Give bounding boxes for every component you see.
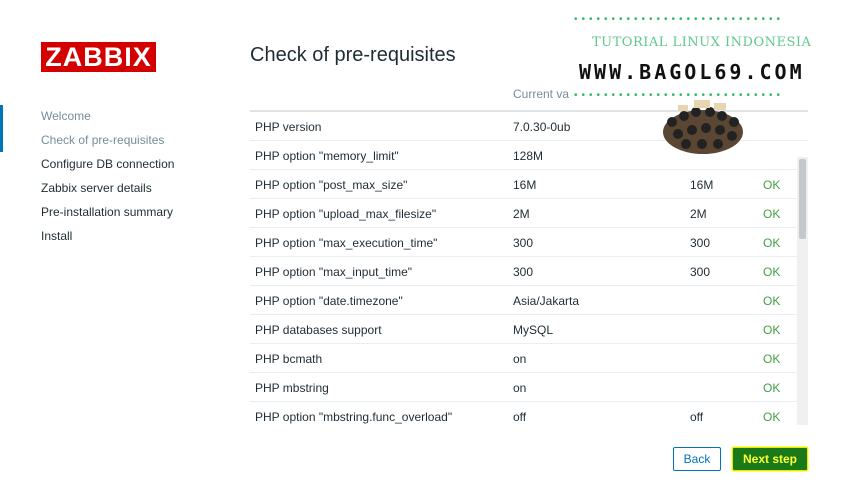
requirement-name: PHP option "date.timezone" — [255, 294, 403, 308]
table-row: PHP bcmath on OK — [250, 344, 808, 373]
status-ok: OK — [763, 236, 781, 250]
requirement-name: PHP databases support — [255, 323, 382, 337]
zabbix-logo: ZABBIX — [41, 42, 156, 72]
step-welcome: Welcome — [41, 109, 91, 123]
table-scrollbar[interactable] — [797, 157, 808, 425]
requirement-name: PHP option "max_input_time" — [255, 265, 413, 279]
step-install: Install — [41, 229, 73, 243]
current-value: off — [513, 410, 527, 424]
current-value: 16M — [513, 178, 537, 192]
current-step-marker — [0, 105, 3, 152]
current-value: 7.0.30-0ub — [513, 120, 571, 134]
table-row: PHP option "post_max_size" 16M 16M OK — [250, 170, 808, 199]
required-value: 16M — [690, 178, 714, 192]
watermark-dots-bottom: •••••••••••••••••••••••••••• — [574, 90, 785, 101]
watermark-dots-top: •••••••••••••••••••••••••••• — [574, 14, 785, 25]
table-row: PHP option "upload_max_filesize" 2M 2M OK — [250, 199, 808, 228]
required-value: 2M — [690, 207, 707, 221]
status-ok: OK — [763, 410, 781, 424]
requirement-name: PHP option "post_max_size" — [255, 178, 408, 192]
requirement-name: PHP option "upload_max_filesize" — [255, 207, 437, 221]
required-value: off — [690, 410, 704, 424]
table-row: PHP mbstring on OK — [250, 373, 808, 402]
header-current-value: Current va — [513, 87, 570, 101]
scrollbar-thumb[interactable] — [799, 159, 806, 239]
back-button[interactable]: Back — [673, 447, 721, 471]
table-row: PHP option "mbstring.func_overload" off of… — [250, 402, 808, 425]
watermark-url: WWW.BAGOL69.COM — [579, 60, 805, 84]
status-ok: OK — [763, 265, 781, 279]
requirement-name: PHP mbstring — [255, 381, 329, 395]
status-ok: OK — [763, 352, 781, 366]
current-value: 300 — [513, 265, 534, 279]
current-value: 300 — [513, 236, 534, 250]
required-value: 300 — [690, 265, 711, 279]
crowd-mascot-icon — [663, 100, 743, 154]
watermark-title: TUTORIAL LINUX INDONESIA — [592, 35, 812, 50]
current-value: on — [513, 352, 527, 366]
requirement-name: PHP version — [255, 120, 322, 134]
step-preinstall-summary: Pre-installation summary — [41, 205, 174, 219]
table-row: PHP option "max_input_time" 300 300 OK — [250, 257, 808, 286]
table-row: PHP databases support MySQL OK — [250, 315, 808, 344]
status-ok: OK — [763, 323, 781, 337]
setup-steps-sidebar: Welcome Check of pre-requisites Configur… — [41, 104, 174, 248]
step-configure-db: Configure DB connection — [41, 157, 175, 171]
status-ok: OK — [763, 178, 781, 192]
table-row: PHP option "date.timezone" Asia/Jakarta OK — [250, 286, 808, 315]
requirement-name: PHP bcmath — [255, 352, 323, 366]
current-value: Asia/Jakarta — [513, 294, 580, 308]
current-value: 128M — [513, 149, 544, 163]
requirement-name: PHP option "max_execution_time" — [255, 236, 438, 250]
status-ok: OK — [763, 381, 781, 395]
table-row: PHP option "max_execution_time" 300 300 OK — [250, 228, 808, 257]
step-check-prerequisites: Check of pre-requisites — [41, 133, 165, 147]
current-value: MySQL — [513, 323, 554, 337]
next-step-button[interactable]: Next step — [732, 447, 808, 471]
status-ok: OK — [763, 207, 781, 221]
status-ok: OK — [763, 294, 781, 308]
step-server-details: Zabbix server details — [41, 181, 152, 195]
requirement-name: PHP option "memory_limit" — [255, 149, 399, 163]
current-value: on — [513, 381, 527, 395]
required-value: 300 — [690, 236, 711, 250]
current-value: 2M — [513, 207, 530, 221]
page-title: Check of pre-requisites — [250, 44, 456, 66]
requirement-name: PHP option "mbstring.func_overload" — [255, 410, 453, 424]
